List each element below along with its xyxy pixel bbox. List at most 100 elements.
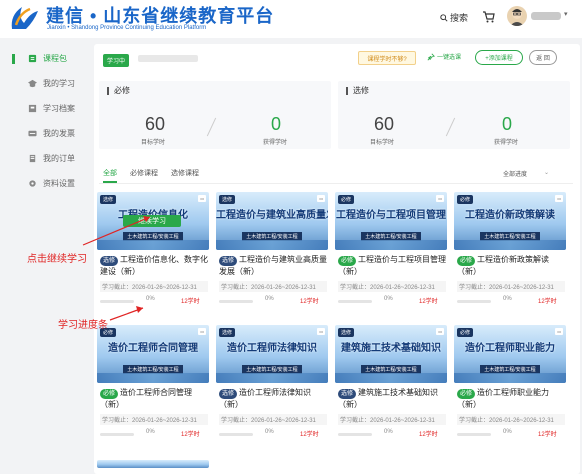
chevron-down-icon[interactable]: ▾ xyxy=(564,10,568,18)
course-card[interactable]: 必修 ▭ 造价工程师合同管理 土木建筑工程/安装工程 必修 造价工程师合同管理（新… xyxy=(97,325,209,451)
book-icon xyxy=(28,54,37,63)
sidebar-item-my-study[interactable]: 我的学习 xyxy=(0,71,86,96)
course-deadline: 学习截止：2026-01-26~2026-12-31 xyxy=(219,414,327,425)
thumbnail-decoration xyxy=(216,240,328,250)
course-card[interactable]: 选修 ▭ 造价工程师法律知识 土木建筑工程/安装工程 选修 造价工程师法律知识（新… xyxy=(216,325,328,451)
progress-percent: 0% xyxy=(384,429,393,435)
chevron-down-icon[interactable]: ⌄ xyxy=(544,169,549,176)
sidebar-item-label: 我的发票 xyxy=(43,129,75,138)
course-type-tag: 选修 xyxy=(219,256,238,266)
sidebar-item-orders[interactable]: 我的订单 xyxy=(0,146,86,171)
course-thumbnail[interactable]: 必修 ▭ 工程造价新政策解读 土木建筑工程/安装工程 xyxy=(454,192,566,250)
sidebar-item-invoice[interactable]: 我的发票 xyxy=(0,121,86,146)
annotation-continue-hint: 点击继续学习 xyxy=(27,254,87,265)
sidebar-item-label: 资料设置 xyxy=(43,179,75,188)
search-icon xyxy=(440,13,448,22)
course-type-tag: 选修 xyxy=(338,389,357,399)
progress-bar xyxy=(457,433,491,436)
sidebar-item-label: 我的学习 xyxy=(43,79,75,88)
username-redacted[interactable] xyxy=(531,12,561,20)
course-thumbnail[interactable]: 选修 ▭ 工程造价信息化 土木建筑工程/安装工程 继续学习 xyxy=(97,192,209,250)
quick-select-button[interactable]: 一键选课 xyxy=(427,52,461,61)
type-badge: 选修 xyxy=(338,328,355,337)
avatar-face-icon xyxy=(510,9,524,26)
course-thumbnail-partial[interactable] xyxy=(97,460,209,468)
thumb-corner-label: ▭ xyxy=(555,328,563,335)
elective-earned-value: 0 xyxy=(502,114,513,134)
course-thumbnail[interactable]: 选修 ▭ 造价工程师法律知识 土木建筑工程/安装工程 xyxy=(216,325,328,383)
back-button[interactable]: 返 回 xyxy=(529,50,557,65)
thumbnail-title: 建筑施工技术基础知识 xyxy=(341,343,441,354)
avatar[interactable] xyxy=(507,6,527,26)
hours-insufficient-button[interactable]: 课程学时不够? xyxy=(358,51,416,65)
course-thumbnail[interactable]: 必修 ▭ 工程造价与工程项目管理 土木建筑工程/安装工程 xyxy=(335,192,447,250)
course-deadline: 学习截止：2026-01-26~2026-12-31 xyxy=(219,281,327,292)
thumbnail-title: 工程造价新政策解读 xyxy=(465,210,555,221)
tab-elective[interactable]: 选修课程 xyxy=(171,168,199,178)
add-course-button[interactable]: +添加课程 xyxy=(475,50,523,65)
elective-target-label: 目标学时 xyxy=(370,140,395,146)
course-card[interactable]: 选修 ▭ 建筑施工技术基础知识 土木建筑工程/安装工程 选修 建筑施工技术基础知识… xyxy=(335,325,447,451)
sidebar-item-study-archive[interactable]: 学习档案 xyxy=(0,96,86,121)
course-card[interactable]: 必修 ▭ 工程造价新政策解读 土木建筑工程/安装工程 必修 工程造价新政策解读（新… xyxy=(454,192,566,318)
type-badge: 必修 xyxy=(457,328,474,337)
search-button[interactable]: 搜索 xyxy=(440,11,468,24)
required-earned-label: 获得学时 xyxy=(263,140,288,146)
required-earned-value: 0 xyxy=(271,114,282,134)
annotation-progress-hint: 学习进度条 xyxy=(58,320,108,331)
course-type-tag: 必修 xyxy=(100,389,119,399)
course-card[interactable]: 选修 ▭ 工程造价与建筑业高质量发展 土木建筑工程/安装工程 选修工程造价与建筑… xyxy=(216,192,328,318)
thumbnail-title: 工程造价与建筑业高质量发展 xyxy=(216,210,328,221)
course-thumbnail[interactable]: 选修 ▭ 工程造价与建筑业高质量发展 土木建筑工程/安装工程 xyxy=(216,192,328,250)
elective-stats-panel: 选修 60 目标学时 0 获得学时 xyxy=(338,81,570,149)
logo-mark[interactable] xyxy=(8,3,42,33)
sidebar-item-course-package[interactable]: 课程包 xyxy=(0,46,86,71)
course-type-tag: 选修 xyxy=(219,389,238,399)
course-name[interactable]: 选修 建筑施工技术基础知识（新） xyxy=(338,387,446,411)
course-hours: 12学时 xyxy=(538,299,557,305)
course-name[interactable]: 必修 造价工程师职业能力（新） xyxy=(457,387,565,411)
course-hours: 12学时 xyxy=(300,299,319,305)
course-thumbnail[interactable]: 选修 ▭ 建筑施工技术基础知识 土木建筑工程/安装工程 xyxy=(335,325,447,383)
quick-select-label: 一键选课 xyxy=(437,55,462,61)
continue-learning-button[interactable]: 继续学习 xyxy=(123,215,181,227)
sidebar-item-label: 我的订单 xyxy=(43,154,75,163)
course-name[interactable]: 必修 工程造价与工程项目管理（新） xyxy=(338,254,446,278)
course-hours: 12学时 xyxy=(181,432,200,438)
course-thumbnail[interactable]: 必修 ▭ 造价工程师合同管理 土木建筑工程/安装工程 xyxy=(97,325,209,383)
course-name[interactable]: 选修 造价工程师法律知识（新） xyxy=(219,387,327,411)
course-name[interactable]: 选修 工程造价信息化、数字化建设（新） xyxy=(100,254,208,278)
progress-bar xyxy=(100,433,134,436)
course-hours: 12学时 xyxy=(538,432,557,438)
tab-all[interactable]: 全部 xyxy=(103,168,117,178)
course-name[interactable]: 选修 工程造价与建筑业高质量发展（新） xyxy=(219,254,327,278)
order-icon xyxy=(29,154,36,163)
course-name[interactable]: 必修 造价工程师合同管理（新） xyxy=(100,387,208,411)
course-card[interactable]: 必修 ▭ 工程造价与工程项目管理 土木建筑工程/安装工程 必修 工程造价与工程项目… xyxy=(335,192,447,318)
thumbnail-title: 造价工程师合同管理 xyxy=(108,343,198,354)
elective-earned-label: 获得学时 xyxy=(494,140,519,146)
thumb-corner-label: ▭ xyxy=(317,328,325,335)
archive-icon xyxy=(28,104,37,113)
course-hours: 12学时 xyxy=(181,299,200,305)
progress-filter-select[interactable]: 全部进度 xyxy=(503,169,527,178)
thumbnail-decoration xyxy=(216,373,328,383)
tab-required[interactable]: 必修课程 xyxy=(130,168,158,178)
course-name[interactable]: 必修 工程造价新政策解读（新） xyxy=(457,254,565,278)
progress-bar xyxy=(457,300,491,303)
course-hours: 12学时 xyxy=(419,432,438,438)
course-hours: 12学时 xyxy=(419,299,438,305)
thumbnail-decoration xyxy=(454,240,566,250)
cart-icon[interactable] xyxy=(482,10,496,24)
course-thumbnail[interactable]: 必修 ▭ 造价工程师职业能力 土木建筑工程/安装工程 xyxy=(454,325,566,383)
thumb-corner-label: ▭ xyxy=(436,195,444,202)
type-badge: 选修 xyxy=(100,195,117,204)
course-card[interactable]: 必修 ▭ 造价工程师职业能力 土木建筑工程/安装工程 必修 造价工程师职业能力（新… xyxy=(454,325,566,451)
thumb-corner-label: ▭ xyxy=(555,195,563,202)
progress-bar xyxy=(338,433,372,436)
thumbnail-decoration xyxy=(97,240,209,250)
course-deadline: 学习截止：2026-01-26~2026-12-31 xyxy=(457,414,565,425)
course-card[interactable]: 选修 ▭ 工程造价信息化 土木建筑工程/安装工程 继续学习 选修工程造价信息化、… xyxy=(97,192,209,318)
sidebar-item-settings[interactable]: 资料设置 xyxy=(0,171,86,196)
course-deadline: 学习截止：2026-01-26~2026-12-31 xyxy=(100,414,208,425)
